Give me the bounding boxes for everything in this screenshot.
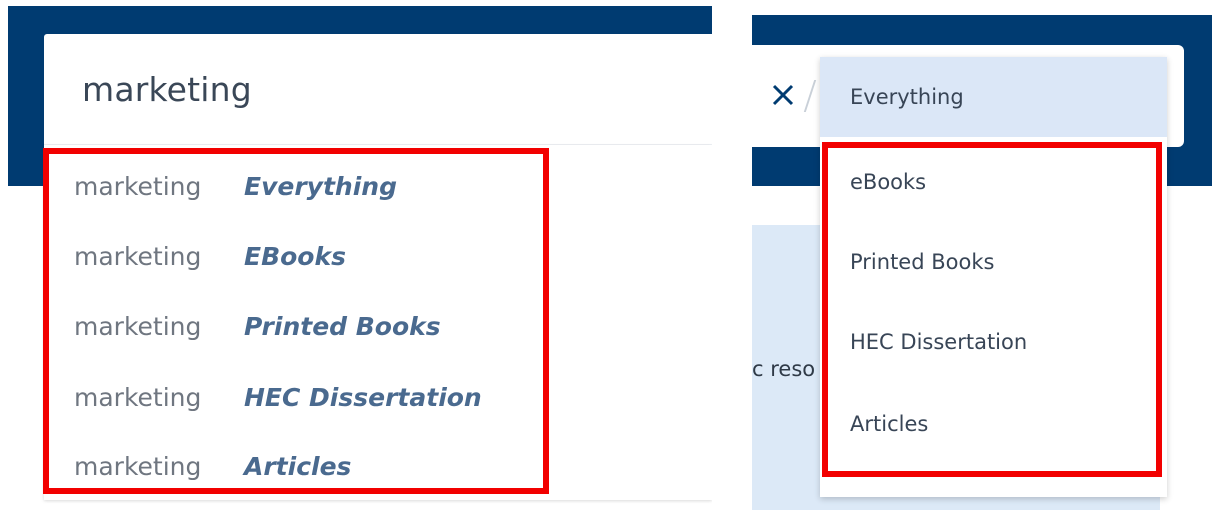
close-icon[interactable]: [766, 78, 800, 112]
suggestion-scope: Printed Books: [244, 311, 441, 341]
background-text: c reso: [752, 357, 816, 381]
suggestion-term: marketing: [74, 241, 202, 271]
suggestion-item-hec-dissertation[interactable]: marketing HEC Dissertation: [74, 372, 534, 422]
suggestion-scope: HEC Dissertation: [244, 382, 482, 412]
dropdown-item-hec-dissertation[interactable]: HEC Dissertation: [820, 302, 1167, 382]
dropdown-item-printed-books[interactable]: Printed Books: [820, 222, 1167, 302]
suggestion-term: marketing: [74, 171, 202, 201]
suggestion-item-printed-books[interactable]: marketing Printed Books: [74, 301, 534, 351]
search-input-value[interactable]: marketing: [82, 70, 252, 109]
suggestion-item-everything[interactable]: marketing Everything: [74, 161, 534, 211]
right-search-scope-panel: c reso Everything eBooks Printed Books H…: [752, 0, 1212, 515]
left-search-autocomplete-panel: marketing marketing Everything marketing…: [0, 0, 712, 515]
dropdown-item-articles[interactable]: Articles: [820, 384, 1167, 464]
suggestion-term: marketing: [74, 382, 202, 412]
suggestion-item-articles[interactable]: marketing Articles: [74, 441, 534, 491]
suggestion-scope: EBooks: [244, 241, 346, 271]
suggestion-scope: Everything: [244, 171, 397, 201]
suggestion-scope: Articles: [244, 451, 352, 481]
suggestion-term: marketing: [74, 451, 202, 481]
suggestion-item-ebooks[interactable]: marketing EBooks: [74, 231, 534, 281]
suggestion-term: marketing: [74, 311, 202, 341]
dropdown-item-ebooks[interactable]: eBooks: [820, 142, 1167, 222]
scope-dropdown-menu: Everything eBooks Printed Books HEC Diss…: [820, 57, 1167, 497]
dropdown-item-everything[interactable]: Everything: [820, 57, 1167, 137]
